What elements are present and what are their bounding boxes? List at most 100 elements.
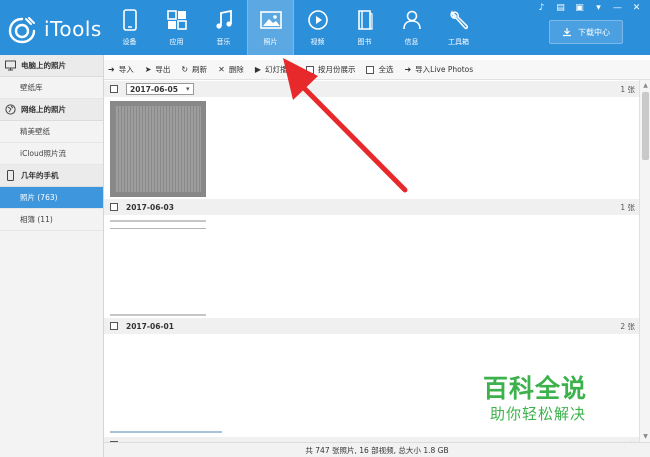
scrollbar-thumb[interactable] bbox=[642, 92, 649, 160]
select-all-checkbox[interactable]: 全选 bbox=[366, 64, 393, 75]
top-bar: iTools 设备 应用 音乐 照片 视频 图书 信息 工具箱 ♪ ▤ ▣ ▾ … bbox=[0, 0, 650, 55]
chat-icon[interactable]: ▤ bbox=[551, 2, 570, 14]
itools-logo-icon bbox=[8, 17, 36, 44]
export-button[interactable]: ➤ 导出 bbox=[145, 64, 171, 75]
download-center-button[interactable]: 下载中心 bbox=[549, 20, 623, 44]
app-logo: iTools bbox=[8, 14, 108, 46]
group-checkbox[interactable] bbox=[110, 322, 118, 330]
import-live-photos-button[interactable]: ➜ 导入Live Photos bbox=[404, 64, 473, 75]
delete-button[interactable]: ✕ 删除 bbox=[218, 64, 244, 75]
phone-icon bbox=[7, 170, 14, 181]
refresh-icon: ↻ bbox=[181, 65, 189, 74]
sidebar-section-phone[interactable]: 几年的手机 bbox=[0, 165, 103, 187]
photo-thumbnail[interactable] bbox=[110, 431, 222, 433]
status-bar: 共 747 张照片, 16 部视频, 总大小 1.8 GB bbox=[104, 442, 650, 457]
sidebar-item-photos[interactable]: 照片 (763) bbox=[0, 187, 103, 209]
person-icon bbox=[402, 10, 421, 30]
book-icon bbox=[357, 10, 373, 30]
checkbox-icon bbox=[305, 65, 314, 74]
by-month-label: 按月份展示 bbox=[317, 65, 356, 74]
close-icon[interactable]: ✕ bbox=[627, 2, 646, 14]
sidebar-section-title: 几年的手机 bbox=[21, 171, 59, 180]
nav-label: 应用 bbox=[169, 38, 184, 46]
sidebar-item-icloud-stream[interactable]: iCloud照片流 bbox=[0, 143, 103, 165]
nav-device[interactable]: 设备 bbox=[106, 0, 153, 55]
sidebar-section-computer[interactable]: 电脑上的照片 bbox=[0, 55, 103, 77]
date-dropdown[interactable]: 2017-06-05 ▾ bbox=[126, 83, 194, 95]
photo-icon bbox=[259, 11, 282, 29]
group-checkbox[interactable] bbox=[110, 203, 118, 211]
nav-label: 工具箱 bbox=[448, 38, 469, 46]
minimize-icon[interactable]: — bbox=[608, 2, 627, 14]
date-group-header: 2017-06-05 ▾ 1 张 bbox=[104, 81, 639, 97]
import-button[interactable]: ➜ 导入 bbox=[108, 64, 134, 75]
nav-video[interactable]: 视频 bbox=[294, 0, 341, 55]
sidebar-section-online[interactable]: 网络上的照片 bbox=[0, 99, 103, 121]
refresh-label: 刷新 bbox=[192, 65, 208, 74]
nav-info[interactable]: 信息 bbox=[388, 0, 435, 55]
by-month-checkbox[interactable]: 按月份展示 bbox=[305, 64, 356, 75]
photo-thumbnail[interactable] bbox=[110, 101, 206, 197]
photo-image bbox=[110, 228, 206, 229]
group-count: 1 张 bbox=[620, 202, 635, 212]
skin-icon[interactable]: ▣ bbox=[570, 2, 589, 14]
watermark-title: 百科全说 bbox=[483, 374, 588, 403]
group-date: 2017-06-05 bbox=[130, 84, 178, 94]
apps-grid-icon bbox=[166, 10, 187, 30]
delete-icon: ✕ bbox=[218, 65, 225, 74]
nav-label: 视频 bbox=[310, 38, 325, 46]
music-note-icon bbox=[215, 9, 232, 29]
date-group-header: 2017-06-03 1 张 bbox=[104, 199, 639, 215]
import-icon: ➜ bbox=[108, 65, 115, 74]
import-icon: ➜ bbox=[404, 65, 412, 74]
photo-thumbnail[interactable] bbox=[110, 220, 206, 316]
scroll-down-icon[interactable]: ▼ bbox=[640, 431, 650, 442]
download-icon bbox=[563, 28, 571, 37]
nav-photos[interactable]: 照片 bbox=[247, 0, 294, 55]
nav-books[interactable]: 图书 bbox=[341, 0, 388, 55]
nav-toolbox[interactable]: 工具箱 bbox=[435, 0, 482, 55]
nav-label: 照片 bbox=[263, 38, 278, 46]
import-label: 导入 bbox=[118, 65, 134, 74]
group-date: 2017-06-01 bbox=[126, 321, 174, 331]
chevron-down-icon: ▾ bbox=[185, 85, 190, 93]
music-note-icon[interactable]: ♪ bbox=[532, 2, 551, 14]
date-group-header: 2017-06-01 2 张 bbox=[104, 318, 639, 334]
sidebar-section-title: 网络上的照片 bbox=[21, 105, 66, 114]
photo-border bbox=[110, 314, 206, 316]
checkbox-icon bbox=[366, 65, 375, 74]
photo-image bbox=[115, 106, 201, 192]
nav-label: 设备 bbox=[122, 38, 137, 46]
status-text: 共 747 张照片, 16 部视频, 总大小 1.8 GB bbox=[305, 445, 449, 455]
delete-label: 删除 bbox=[228, 65, 244, 74]
slideshow-label: 幻灯播放 bbox=[264, 65, 295, 74]
export-icon: ➤ bbox=[144, 65, 152, 74]
group-date: 2017-06-03 bbox=[126, 202, 174, 212]
window-controls: ♪ ▤ ▣ ▾ — ✕ bbox=[532, 2, 646, 14]
nav-apps[interactable]: 应用 bbox=[153, 0, 200, 55]
vertical-scrollbar[interactable]: ▲ ▼ bbox=[639, 80, 650, 442]
sidebar-item-wallpaper-library[interactable]: 壁纸库 bbox=[0, 77, 103, 99]
sidebar-section-title: 电脑上的照片 bbox=[21, 61, 66, 70]
refresh-button[interactable]: ↻ 刷新 bbox=[181, 64, 207, 75]
wrench-icon bbox=[449, 10, 468, 30]
scroll-up-icon[interactable]: ▲ bbox=[640, 80, 650, 91]
select-all-label: 全选 bbox=[378, 65, 394, 74]
globe-icon bbox=[5, 104, 16, 115]
nav-label: 信息 bbox=[404, 38, 419, 46]
export-label: 导出 bbox=[155, 65, 171, 74]
watermark: 百科全说 助你轻松解决 bbox=[476, 369, 606, 431]
main-nav: 设备 应用 音乐 照片 视频 图书 信息 工具箱 bbox=[106, 0, 482, 55]
nav-music[interactable]: 音乐 bbox=[200, 0, 247, 55]
watermark-subtitle: 助你轻松解决 bbox=[490, 405, 587, 423]
import-live-label: 导入Live Photos bbox=[415, 65, 474, 74]
sidebar-item-albums[interactable]: 相簿 (11) bbox=[0, 209, 103, 231]
slideshow-button[interactable]: ▶ 幻灯播放 bbox=[255, 64, 295, 75]
group-checkbox[interactable] bbox=[110, 85, 118, 93]
group-count: 2 张 bbox=[620, 321, 635, 331]
play-circle-icon bbox=[307, 10, 328, 30]
group-count: 1 张 bbox=[620, 84, 635, 94]
sidebar-item-fine-wallpaper[interactable]: 精美壁纸 bbox=[0, 121, 103, 143]
settings-icon[interactable]: ▾ bbox=[589, 2, 608, 14]
play-icon: ▶ bbox=[254, 65, 261, 74]
